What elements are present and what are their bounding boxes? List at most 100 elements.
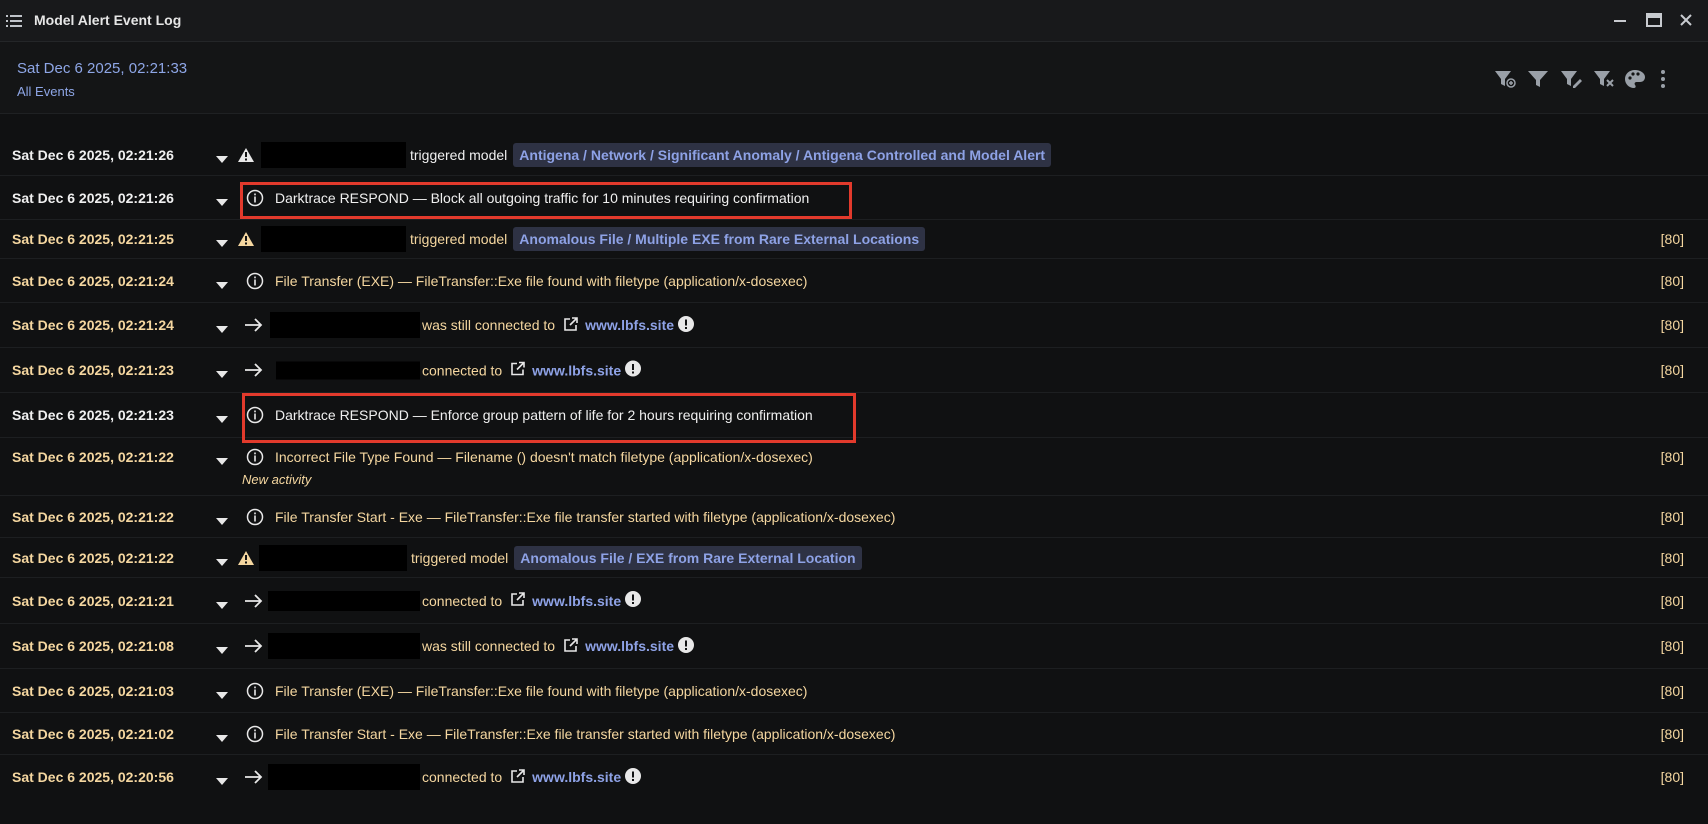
event-verb: was still connected to	[422, 638, 556, 654]
event-verb: connected to	[422, 362, 503, 378]
redacted-device	[259, 544, 407, 571]
expand-caret-icon[interactable]	[216, 151, 228, 169]
alert-circle-icon[interactable]	[678, 636, 695, 656]
event-score: [80]	[1660, 725, 1684, 742]
expand-caret-icon[interactable]	[216, 453, 228, 471]
window-title: Model Alert Event Log	[34, 12, 182, 28]
filter-remove-icon[interactable]	[1593, 69, 1615, 94]
model-tag[interactable]: Anomalous File / Multiple EXE from Rare …	[513, 227, 926, 251]
event-score: [80]	[1660, 682, 1684, 699]
expand-caret-icon[interactable]	[216, 513, 228, 531]
event-row[interactable]: Sat Dec 6 2025, 02:21:08 was still conne…	[0, 624, 1708, 669]
redacted-device	[268, 764, 420, 790]
arrow-right-icon	[244, 316, 264, 339]
arrow-right-icon	[244, 637, 264, 660]
expand-caret-icon[interactable]	[216, 554, 228, 572]
event-row[interactable]: Sat Dec 6 2025, 02:21:22 Incorrect File …	[0, 438, 1708, 496]
close-icon[interactable]	[1678, 11, 1694, 34]
event-row[interactable]: Sat Dec 6 2025, 02:21:26 triggered model…	[0, 134, 1708, 176]
model-tag[interactable]: Antigena / Network / Significant Anomaly…	[513, 142, 1052, 167]
event-verb: triggered model	[410, 231, 508, 247]
event-content: was still connected to www.lbfs.site	[268, 633, 695, 659]
event-row[interactable]: Sat Dec 6 2025, 02:21:22 triggered model…	[0, 538, 1708, 578]
expand-caret-icon[interactable]	[216, 687, 228, 705]
event-row[interactable]: Sat Dec 6 2025, 02:21:24 File Transfer (…	[0, 259, 1708, 303]
destination-link[interactable]: www.lbfs.site	[532, 593, 621, 609]
event-score: [80]	[1660, 362, 1684, 378]
event-log-list: Sat Dec 6 2025, 02:21:26 triggered model…	[0, 134, 1708, 799]
expand-caret-icon[interactable]	[216, 366, 228, 384]
event-verb: triggered model	[411, 549, 509, 566]
event-timestamp: Sat Dec 6 2025, 02:21:23	[12, 362, 174, 378]
event-row[interactable]: Sat Dec 6 2025, 02:21:23 connected to ww…	[0, 348, 1708, 393]
event-row[interactable]: Sat Dec 6 2025, 02:21:24 was still conne…	[0, 303, 1708, 348]
event-row[interactable]: Sat Dec 6 2025, 02:20:56 connected to ww…	[0, 755, 1708, 799]
list-menu-icon[interactable]	[6, 14, 22, 33]
info-icon	[246, 448, 264, 471]
expand-caret-icon[interactable]	[216, 321, 228, 339]
arrow-right-icon	[244, 592, 264, 615]
event-filter-label[interactable]: All Events	[17, 84, 75, 99]
event-timestamp: Sat Dec 6 2025, 02:21:22	[12, 508, 174, 525]
redacted-device	[276, 361, 420, 379]
event-verb: was still connected to	[422, 317, 556, 333]
event-row[interactable]: Sat Dec 6 2025, 02:21:21 connected to ww…	[0, 578, 1708, 624]
event-content: File Transfer (EXE) — FileTransfer::Exe …	[275, 682, 808, 699]
destination-link[interactable]: www.lbfs.site	[585, 638, 674, 654]
destination-link[interactable]: www.lbfs.site	[585, 317, 674, 333]
event-score: [80]	[1660, 592, 1684, 609]
external-link-icon[interactable]	[510, 768, 526, 787]
event-timestamp: Sat Dec 6 2025, 02:21:26	[12, 146, 174, 163]
respond-highlight-box	[240, 182, 852, 219]
info-icon	[246, 725, 264, 748]
external-link-icon[interactable]	[510, 591, 526, 610]
destination-link[interactable]: www.lbfs.site	[532, 362, 621, 378]
expand-caret-icon[interactable]	[216, 194, 228, 212]
event-content: triggered model Antigena / Network / Sig…	[261, 141, 1052, 168]
expand-caret-icon[interactable]	[216, 597, 228, 615]
event-timestamp: Sat Dec 6 2025, 02:21:24	[12, 272, 174, 289]
respond-highlight-box	[242, 393, 856, 443]
event-content: connected to www.lbfs.site	[268, 590, 642, 611]
filter-icon[interactable]	[1527, 69, 1549, 94]
event-content: connected to www.lbfs.site	[268, 764, 642, 790]
warning-icon	[238, 232, 254, 251]
event-content: triggered model Anomalous File / Multipl…	[261, 226, 926, 252]
model-tag[interactable]: Anomalous File / EXE from Rare External …	[514, 545, 862, 570]
event-verb: connected to	[422, 769, 503, 785]
alert-circle-icon[interactable]	[625, 591, 642, 610]
event-timestamp: Sat Dec 6 2025, 02:21:23	[12, 407, 174, 423]
maximize-icon[interactable]	[1645, 11, 1663, 34]
event-subtext: New activity	[242, 472, 312, 487]
expand-caret-icon[interactable]	[216, 235, 228, 253]
alert-circle-icon[interactable]	[678, 315, 695, 335]
filter-edit-icon[interactable]	[1560, 69, 1582, 94]
external-link-icon[interactable]	[563, 637, 579, 656]
destination-link[interactable]: www.lbfs.site	[532, 769, 621, 785]
event-score: [80]	[1660, 549, 1684, 566]
filter-add-icon[interactable]	[1494, 69, 1516, 94]
expand-caret-icon[interactable]	[216, 277, 228, 295]
event-timestamp: Sat Dec 6 2025, 02:21:08	[12, 638, 174, 654]
event-row[interactable]: Sat Dec 6 2025, 02:21:03 File Transfer (…	[0, 669, 1708, 713]
expand-caret-icon[interactable]	[216, 773, 228, 791]
arrow-right-icon	[244, 768, 264, 791]
event-row[interactable]: Sat Dec 6 2025, 02:21:02 File Transfer S…	[0, 713, 1708, 755]
expand-caret-icon[interactable]	[216, 411, 228, 429]
event-row[interactable]: Sat Dec 6 2025, 02:21:25 triggered model…	[0, 220, 1708, 259]
expand-caret-icon[interactable]	[216, 730, 228, 748]
expand-caret-icon[interactable]	[216, 642, 228, 660]
minimize-icon[interactable]	[1612, 11, 1628, 34]
event-timestamp: Sat Dec 6 2025, 02:21:02	[12, 725, 174, 742]
external-link-icon[interactable]	[563, 316, 579, 335]
event-row[interactable]: Sat Dec 6 2025, 02:21:22 File Transfer S…	[0, 496, 1708, 538]
alert-circle-icon[interactable]	[625, 360, 642, 380]
log-header: Sat Dec 6 2025, 02:21:33 All Events	[0, 42, 1708, 114]
more-vertical-icon[interactable]	[1659, 69, 1667, 94]
alert-circle-icon[interactable]	[625, 767, 642, 787]
external-link-icon[interactable]	[510, 361, 526, 380]
redacted-device	[261, 226, 406, 252]
palette-icon[interactable]	[1624, 69, 1646, 94]
event-score: [80]	[1660, 317, 1684, 333]
event-content: File Transfer Start - Exe — FileTransfer…	[275, 725, 896, 742]
